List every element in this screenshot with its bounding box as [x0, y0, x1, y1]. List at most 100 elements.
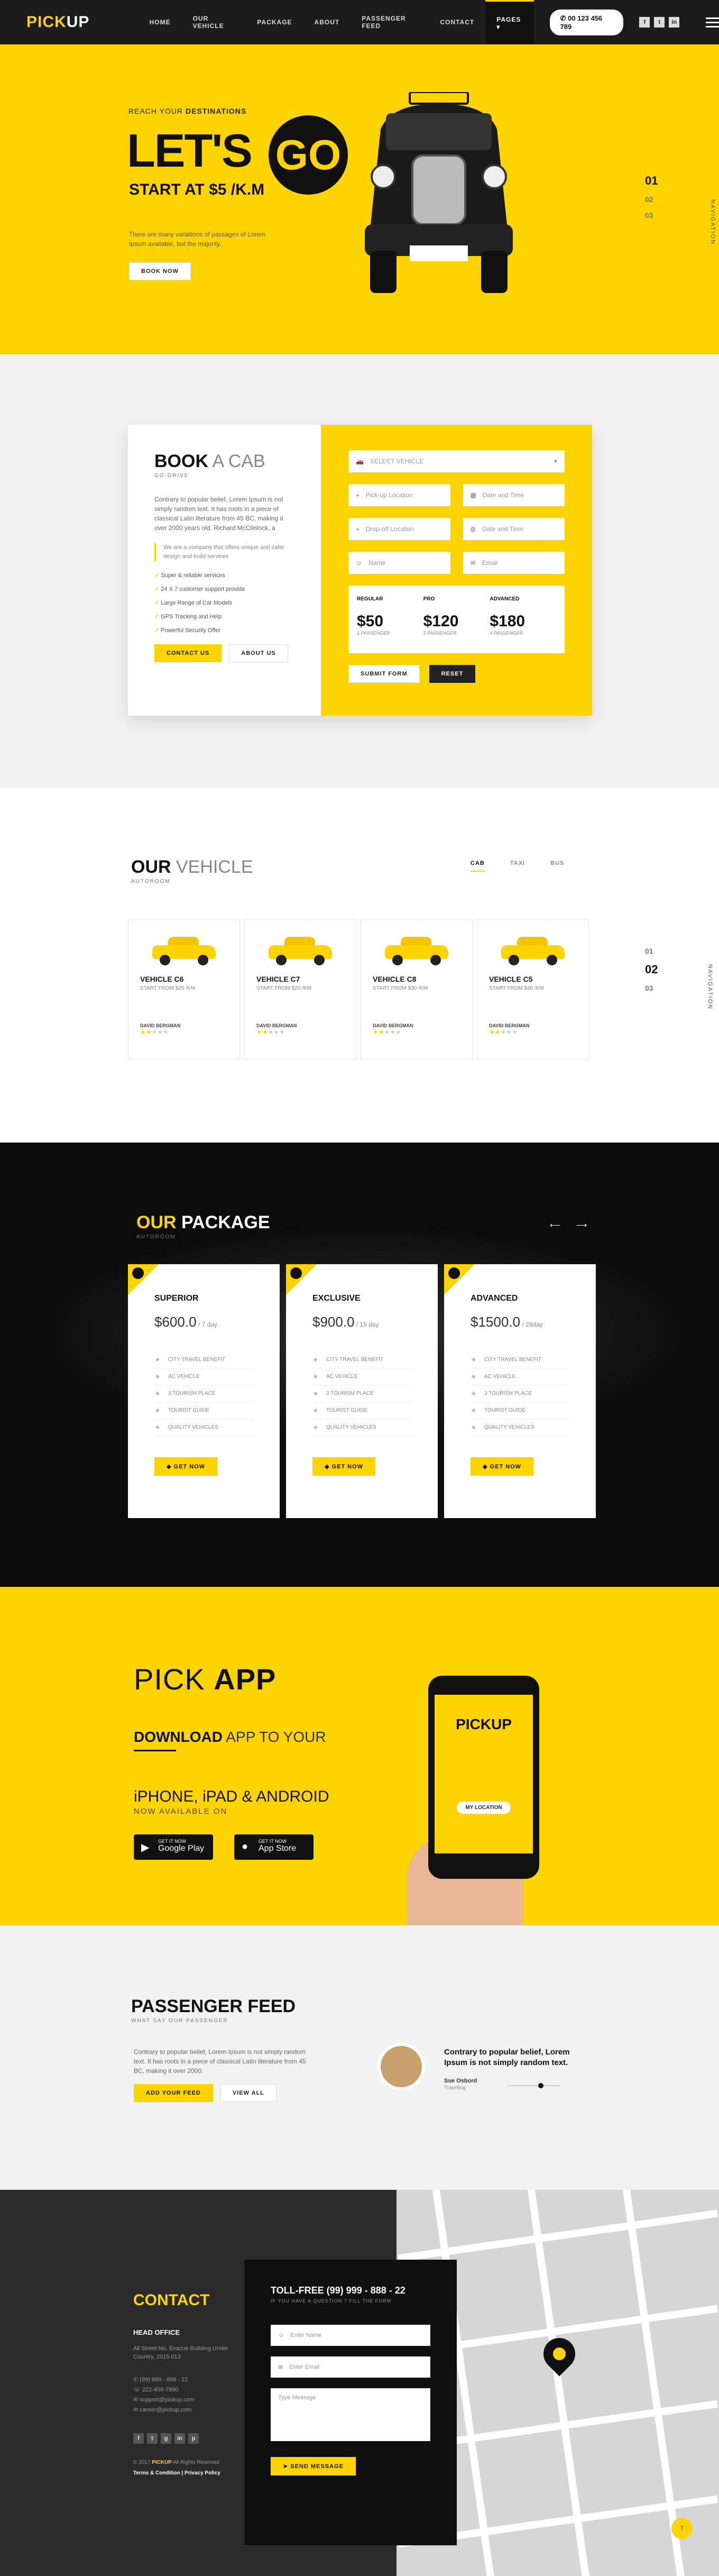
slide-number[interactable]: 01 — [645, 174, 658, 188]
contact-us-button[interactable]: CONTACT US — [154, 644, 222, 662]
slide-number[interactable]: 03 — [645, 211, 658, 220]
package-feature: 3 TOURISM PLACE — [154, 1385, 253, 1402]
copy-text: © 2017 — [133, 2460, 152, 2465]
send-message-button[interactable]: ➤ SEND MESSAGE — [271, 2457, 356, 2475]
reset-button[interactable]: RESET — [429, 665, 476, 683]
nav-contact[interactable]: CONTACT — [429, 0, 485, 44]
package-features: CITY TRAVEL BENEFIT AC VEHICLE 3 TOURISM… — [154, 1351, 253, 1436]
arrow-left-icon[interactable]: ⟵ — [550, 1221, 560, 1230]
google-play-button[interactable]: ▶ GET IT NOW Google Play — [134, 1834, 213, 1860]
fare-option[interactable]: PRO $120 2 PASSENGER — [423, 596, 490, 643]
vehicle-card[interactable]: VEHICLE C8 START FROM $30 /KM DAVID BERG… — [361, 919, 473, 1059]
map-pin-icon[interactable] — [537, 2331, 582, 2377]
app-store-button[interactable]: ● GET IT NOW App Store — [234, 1834, 314, 1860]
car-image — [269, 934, 332, 965]
email-field[interactable]: ✉ Email — [463, 552, 565, 574]
name-field[interactable]: ☺ Name — [348, 552, 450, 574]
package-feature: TOURIST GUIDE — [471, 1402, 569, 1419]
book-now-button[interactable]: BOOK NOW — [129, 262, 191, 280]
nav-passenger-feed[interactable]: PASSENGER FEED — [351, 0, 429, 44]
nav-home[interactable]: HOME — [139, 0, 182, 44]
name-input[interactable]: ☺ Enter Name — [271, 2325, 430, 2346]
linkedin-icon[interactable]: in — [669, 17, 680, 28]
dropoff-date-field[interactable]: ◍ Date and Time — [463, 518, 565, 540]
vehicle-name: VEHICLE C8 — [373, 975, 417, 983]
booking-subtitle: GO-DRIVE — [154, 473, 189, 479]
message-textarea[interactable]: Type Message — [271, 2388, 430, 2441]
tab-bus[interactable]: BUS — [550, 860, 564, 872]
app-devices: iPHONE, iPAD & ANDROID — [134, 1788, 329, 1805]
linkedin-icon[interactable]: in — [174, 2433, 185, 2444]
feature-item: GPS Tracking and Help — [154, 613, 294, 620]
vehicle-tabs: CAB TAXI BUS — [471, 860, 564, 872]
slide-number[interactable]: 02 — [645, 963, 658, 976]
email-input[interactable]: ✉ Enter Email — [271, 2356, 430, 2378]
car-image — [501, 934, 565, 965]
button-label: SEND MESSAGE — [290, 2463, 344, 2470]
fare-options: REGULAR $50 1 PASSENGER PRO $120 2 PASSENGER… — [348, 586, 565, 653]
vehicle-card[interactable]: VEHICLE C7 START FROM $20 /KM DAVID BERG… — [244, 919, 356, 1059]
get-now-button[interactable]: ◆ GET NOW — [471, 1457, 534, 1476]
nav-about[interactable]: ABOUT — [303, 0, 351, 44]
fare-option[interactable]: ADVANCED $180 4 PASSENGER — [490, 596, 556, 643]
pickup-date-field[interactable]: ▦ Date and Time — [463, 484, 565, 506]
submit-form-button[interactable]: SUBMIT FORM — [348, 665, 420, 683]
twitter-icon[interactable]: t — [147, 2433, 158, 2444]
testimonial-quote: Contrary to popular belief, Lorem Ipsum … — [444, 2048, 570, 2067]
google-plus-icon[interactable]: g — [161, 2433, 171, 2444]
car-icon: 🚗 — [356, 458, 364, 465]
get-now-button[interactable]: ◆ GET NOW — [154, 1457, 218, 1476]
store-small-label: GET IT NOW — [259, 1839, 287, 1844]
dropoff-placeholder: Drop-off Location — [365, 525, 414, 533]
button-label: GET NOW — [173, 1464, 206, 1470]
site-logo[interactable]: PICKUP — [26, 13, 112, 31]
name-placeholder: Name — [368, 559, 386, 567]
package-corner — [128, 1264, 159, 1295]
copy-brand: PICKUP — [152, 2460, 172, 2465]
mail-icon: ✉ — [278, 2364, 283, 2371]
head-office-label: HEAD OFFICE — [133, 2328, 180, 2336]
dropoff-location-field[interactable]: ⌖ Drop-off Location — [348, 518, 450, 540]
slide-number[interactable]: 01 — [645, 947, 658, 955]
twitter-icon[interactable]: t — [654, 17, 665, 28]
store-big-label: Google Play — [158, 1844, 205, 1853]
slide-number[interactable]: 02 — [645, 195, 658, 204]
nav-pages[interactable]: PAGES ▾ — [485, 0, 534, 44]
feed-title: PASSENGER FEED — [131, 1996, 296, 2017]
pinterest-icon[interactable]: p — [188, 2433, 199, 2444]
arrow-right-icon[interactable]: ⟶ — [576, 1221, 587, 1230]
phone-button[interactable]: ✆ 00 123 456 789 — [549, 9, 624, 35]
slider-handle[interactable] — [538, 2083, 543, 2088]
contact-email[interactable]: ✉ career@pickup.com — [133, 2405, 195, 2415]
avatar — [377, 2043, 425, 2090]
feature-item: Super & reliable services — [154, 572, 294, 579]
facebook-icon[interactable]: f — [639, 17, 650, 28]
vehicle-select[interactable]: 🚗 SELECT VEHICLE ▾ — [348, 450, 565, 472]
menu-icon[interactable] — [706, 15, 719, 30]
slide-number[interactable]: 03 — [645, 984, 658, 992]
testimonial-slider[interactable] — [508, 2083, 560, 2088]
nav-our-vehicle[interactable]: OUR VEHICLE — [182, 0, 246, 44]
scroll-top-button[interactable]: ↑ — [671, 2518, 693, 2539]
pickup-location-field[interactable]: ⌖ Pick-up Location — [348, 484, 450, 506]
facebook-icon[interactable]: f — [133, 2433, 144, 2444]
car-image — [152, 934, 216, 965]
fare-option[interactable]: REGULAR $50 1 PASSENGER — [357, 596, 423, 643]
add-feed-button[interactable]: ADD YOUR FEED — [134, 2084, 213, 2102]
booking-info: BOOK A CAB GO-DRIVE Contrary to popular … — [128, 425, 321, 716]
nav-package[interactable]: PACKAGE — [246, 0, 303, 44]
vehicle-card[interactable]: VEHICLE C6 START FROM $25 /KM DAVID BERG… — [128, 919, 240, 1059]
title-bold: OUR — [136, 1212, 177, 1232]
email-placeholder: Enter Email — [289, 2364, 320, 2370]
tab-cab[interactable]: CAB — [471, 860, 485, 872]
footer-links[interactable]: Terms & Condition | Privacy Policy — [133, 2470, 220, 2476]
vehicle-card[interactable]: VEHICLE C5 START FROM $40 /KM DAVID BERG… — [477, 919, 589, 1059]
vehicle-pagination: 01 02 03 — [645, 947, 658, 1000]
package-icon — [290, 1267, 302, 1279]
contact-email[interactable]: ✉ support@pickup.com — [133, 2395, 195, 2405]
get-now-button[interactable]: ◆ GET NOW — [312, 1457, 376, 1476]
about-us-button[interactable]: ABOUT US — [229, 644, 288, 662]
view-all-button[interactable]: VIEW ALL — [220, 2084, 277, 2102]
package-feature: TOURIST GUIDE — [312, 1402, 411, 1419]
tab-taxi[interactable]: TAXI — [510, 860, 525, 872]
